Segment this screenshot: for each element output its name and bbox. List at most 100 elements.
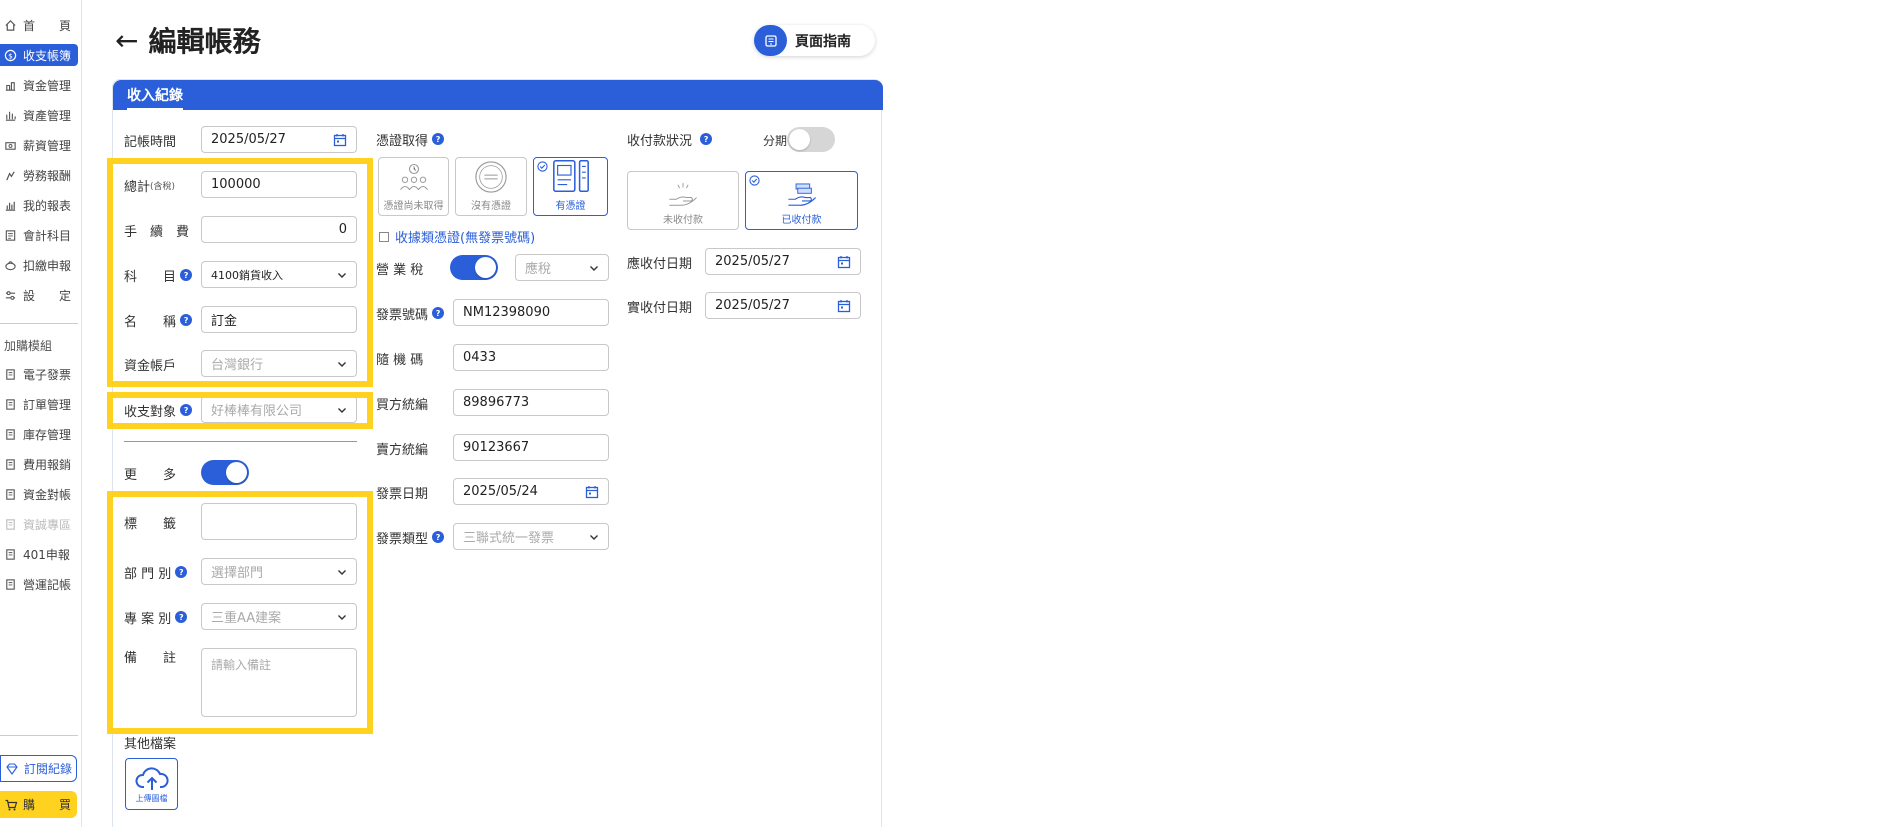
buyer-id-label: 買方統編 bbox=[376, 397, 429, 413]
payment-option-paid[interactable]: 已收付款 bbox=[745, 171, 858, 230]
sidebar-item-label: 首 頁 bbox=[23, 18, 72, 33]
sidebar-item-ledger[interactable]: $ 收支帳簿 bbox=[0, 44, 78, 66]
report-icon bbox=[3, 198, 17, 212]
sidebar-item-account[interactable]: 會計科目 bbox=[0, 224, 78, 246]
payment-option-unpaid[interactable]: 未收付款 bbox=[627, 171, 739, 230]
chevron-down-icon bbox=[590, 265, 598, 271]
invoice-type-label: 發票類型? bbox=[376, 528, 445, 547]
upload-image-button[interactable]: 上傳圖檔 bbox=[125, 758, 178, 810]
buyer-id-value: 89896773 bbox=[463, 395, 530, 410]
sidebar-item-fund[interactable]: 資金管理 bbox=[0, 74, 78, 96]
help-icon[interactable]: ? bbox=[432, 531, 445, 543]
more-toggle[interactable] bbox=[201, 460, 249, 485]
sidebar-item-reconcile[interactable]: 資金對帳 bbox=[0, 483, 78, 505]
calendar-icon[interactable] bbox=[837, 255, 851, 269]
sidebar-item-inventory[interactable]: 庫存管理 bbox=[0, 423, 78, 445]
sidebar-item-expense[interactable]: 費用報銷 bbox=[0, 453, 78, 475]
expense-icon bbox=[3, 457, 17, 471]
sidebar-item-label: 資金管理 bbox=[23, 78, 72, 93]
asset-icon bbox=[3, 108, 17, 122]
random-code-input[interactable]: 0433 bbox=[453, 344, 609, 371]
sidebar-item-settings[interactable]: 設 定 bbox=[0, 284, 78, 306]
sidebar-divider bbox=[0, 735, 78, 736]
invoice-number-input[interactable]: NM12398090 bbox=[453, 299, 609, 326]
subscription-record-button[interactable]: 訂閱紀錄 bbox=[0, 755, 77, 782]
sidebar-item-label: 我的報表 bbox=[23, 198, 72, 213]
sidebar-item-report[interactable]: 我的報表 bbox=[0, 194, 78, 216]
invoice-type-select[interactable]: 三聯式統一發票 bbox=[453, 523, 609, 550]
fund-icon bbox=[3, 78, 17, 92]
document-icon bbox=[552, 159, 589, 193]
sidebar-item-label: 電子發票 bbox=[23, 367, 72, 382]
sidebar-item-tax401[interactable]: 401申報 bbox=[0, 543, 78, 565]
record-time-field[interactable]: 2025/05/27 bbox=[201, 126, 357, 153]
sidebar-item-label: 扣繳申報 bbox=[23, 258, 72, 273]
buy-button[interactable]: 購 買 bbox=[0, 791, 77, 818]
back-arrow-icon[interactable]: ← bbox=[115, 24, 138, 57]
invoice-number-label: 發票號碼? bbox=[376, 304, 445, 323]
calendar-icon[interactable] bbox=[333, 133, 347, 147]
business-tax-select[interactable]: 應稅 bbox=[515, 254, 609, 281]
highlight-box-counterparty bbox=[107, 392, 373, 429]
help-icon[interactable]: ? bbox=[432, 133, 445, 145]
payment-option-label: 未收付款 bbox=[663, 215, 703, 226]
actual-date-label: 實收付日期 bbox=[627, 300, 693, 316]
labor-icon bbox=[3, 168, 17, 182]
einvoice-icon bbox=[3, 367, 17, 381]
voucher-option-has[interactable]: 有憑證 bbox=[533, 157, 608, 216]
sidebar-item-asset[interactable]: 資產管理 bbox=[0, 104, 78, 126]
sidebar-item-home[interactable]: 首 頁 bbox=[0, 14, 78, 36]
voucher-option-none[interactable]: 沒有憑證 bbox=[455, 157, 527, 216]
sidebar-item-order[interactable]: 訂單管理 bbox=[0, 393, 78, 415]
calendar-icon[interactable] bbox=[585, 485, 599, 499]
page-guide-button[interactable]: 頁面指南 bbox=[754, 25, 875, 56]
due-date-label: 應收付日期 bbox=[627, 256, 693, 272]
stamp-icon bbox=[475, 161, 507, 193]
card-header: 收入紀錄 bbox=[113, 80, 883, 110]
sidebar-item-labor[interactable]: 勞務報酬 bbox=[0, 164, 78, 186]
help-icon[interactable]: ? bbox=[432, 307, 445, 319]
page-title: ← 編輯帳務 bbox=[115, 20, 260, 60]
invoice-date-field[interactable]: 2025/05/24 bbox=[453, 478, 609, 505]
calendar-icon[interactable] bbox=[837, 299, 851, 313]
help-icon[interactable]: ? bbox=[700, 133, 713, 145]
voucher-option-not-obtained[interactable]: 憑證尚未取得 bbox=[378, 157, 449, 216]
sidebar-item-label: 資金對帳 bbox=[23, 487, 72, 502]
sidebar-item-label: 資產管理 bbox=[23, 108, 72, 123]
home-icon bbox=[3, 18, 17, 32]
sidebar-item-operation[interactable]: 營運記帳 bbox=[0, 573, 78, 595]
other-files-label: 其他檔案 bbox=[124, 736, 177, 752]
sidebar-item-einvoice[interactable]: 電子發票 bbox=[0, 363, 78, 385]
voucher-label: 憑證取得? bbox=[376, 130, 445, 149]
business-tax-value: 應稅 bbox=[525, 262, 552, 277]
buyer-id-input[interactable]: 89896773 bbox=[453, 389, 609, 416]
buy-label: 購 買 bbox=[23, 798, 72, 812]
business-tax-toggle[interactable] bbox=[450, 255, 498, 280]
seller-id-label: 賣方統編 bbox=[376, 442, 429, 458]
voucher-option-label: 憑證尚未取得 bbox=[383, 201, 444, 212]
sidebar-item-label: 薪資管理 bbox=[23, 138, 72, 153]
payment-status-label-text: 收付款狀況 bbox=[627, 133, 693, 149]
sidebar-item-label: 收支帳簿 bbox=[23, 48, 72, 63]
tax401-icon bbox=[3, 547, 17, 561]
tab-income-record[interactable]: 收入紀錄 bbox=[127, 85, 183, 110]
due-date-field[interactable]: 2025/05/27 bbox=[705, 248, 861, 275]
due-date-value: 2025/05/27 bbox=[715, 254, 790, 269]
cloud-upload-icon bbox=[135, 766, 168, 790]
installment-toggle[interactable] bbox=[787, 127, 835, 152]
payment-option-label: 已收付款 bbox=[781, 215, 822, 226]
upload-label: 上傳圖檔 bbox=[135, 793, 168, 803]
order-icon bbox=[3, 397, 17, 411]
checkbox-box[interactable] bbox=[379, 231, 389, 242]
salary-icon bbox=[3, 138, 17, 152]
highlight-box-main-fields bbox=[107, 158, 373, 387]
highlight-box-extra-fields bbox=[107, 491, 373, 734]
sidebar-item-salary[interactable]: 薪資管理 bbox=[0, 134, 78, 156]
seller-id-input[interactable]: 90123667 bbox=[453, 434, 609, 461]
actual-date-field[interactable]: 2025/05/27 bbox=[705, 292, 861, 319]
invoice-date-value: 2025/05/24 bbox=[463, 484, 538, 499]
settings-icon bbox=[3, 288, 17, 302]
page-guide-label: 頁面指南 bbox=[795, 33, 851, 50]
sidebar-item-withholding[interactable]: 扣繳申報 bbox=[0, 254, 78, 276]
receipt-checkbox[interactable]: 收據類憑證(無發票號碼) bbox=[379, 227, 535, 246]
